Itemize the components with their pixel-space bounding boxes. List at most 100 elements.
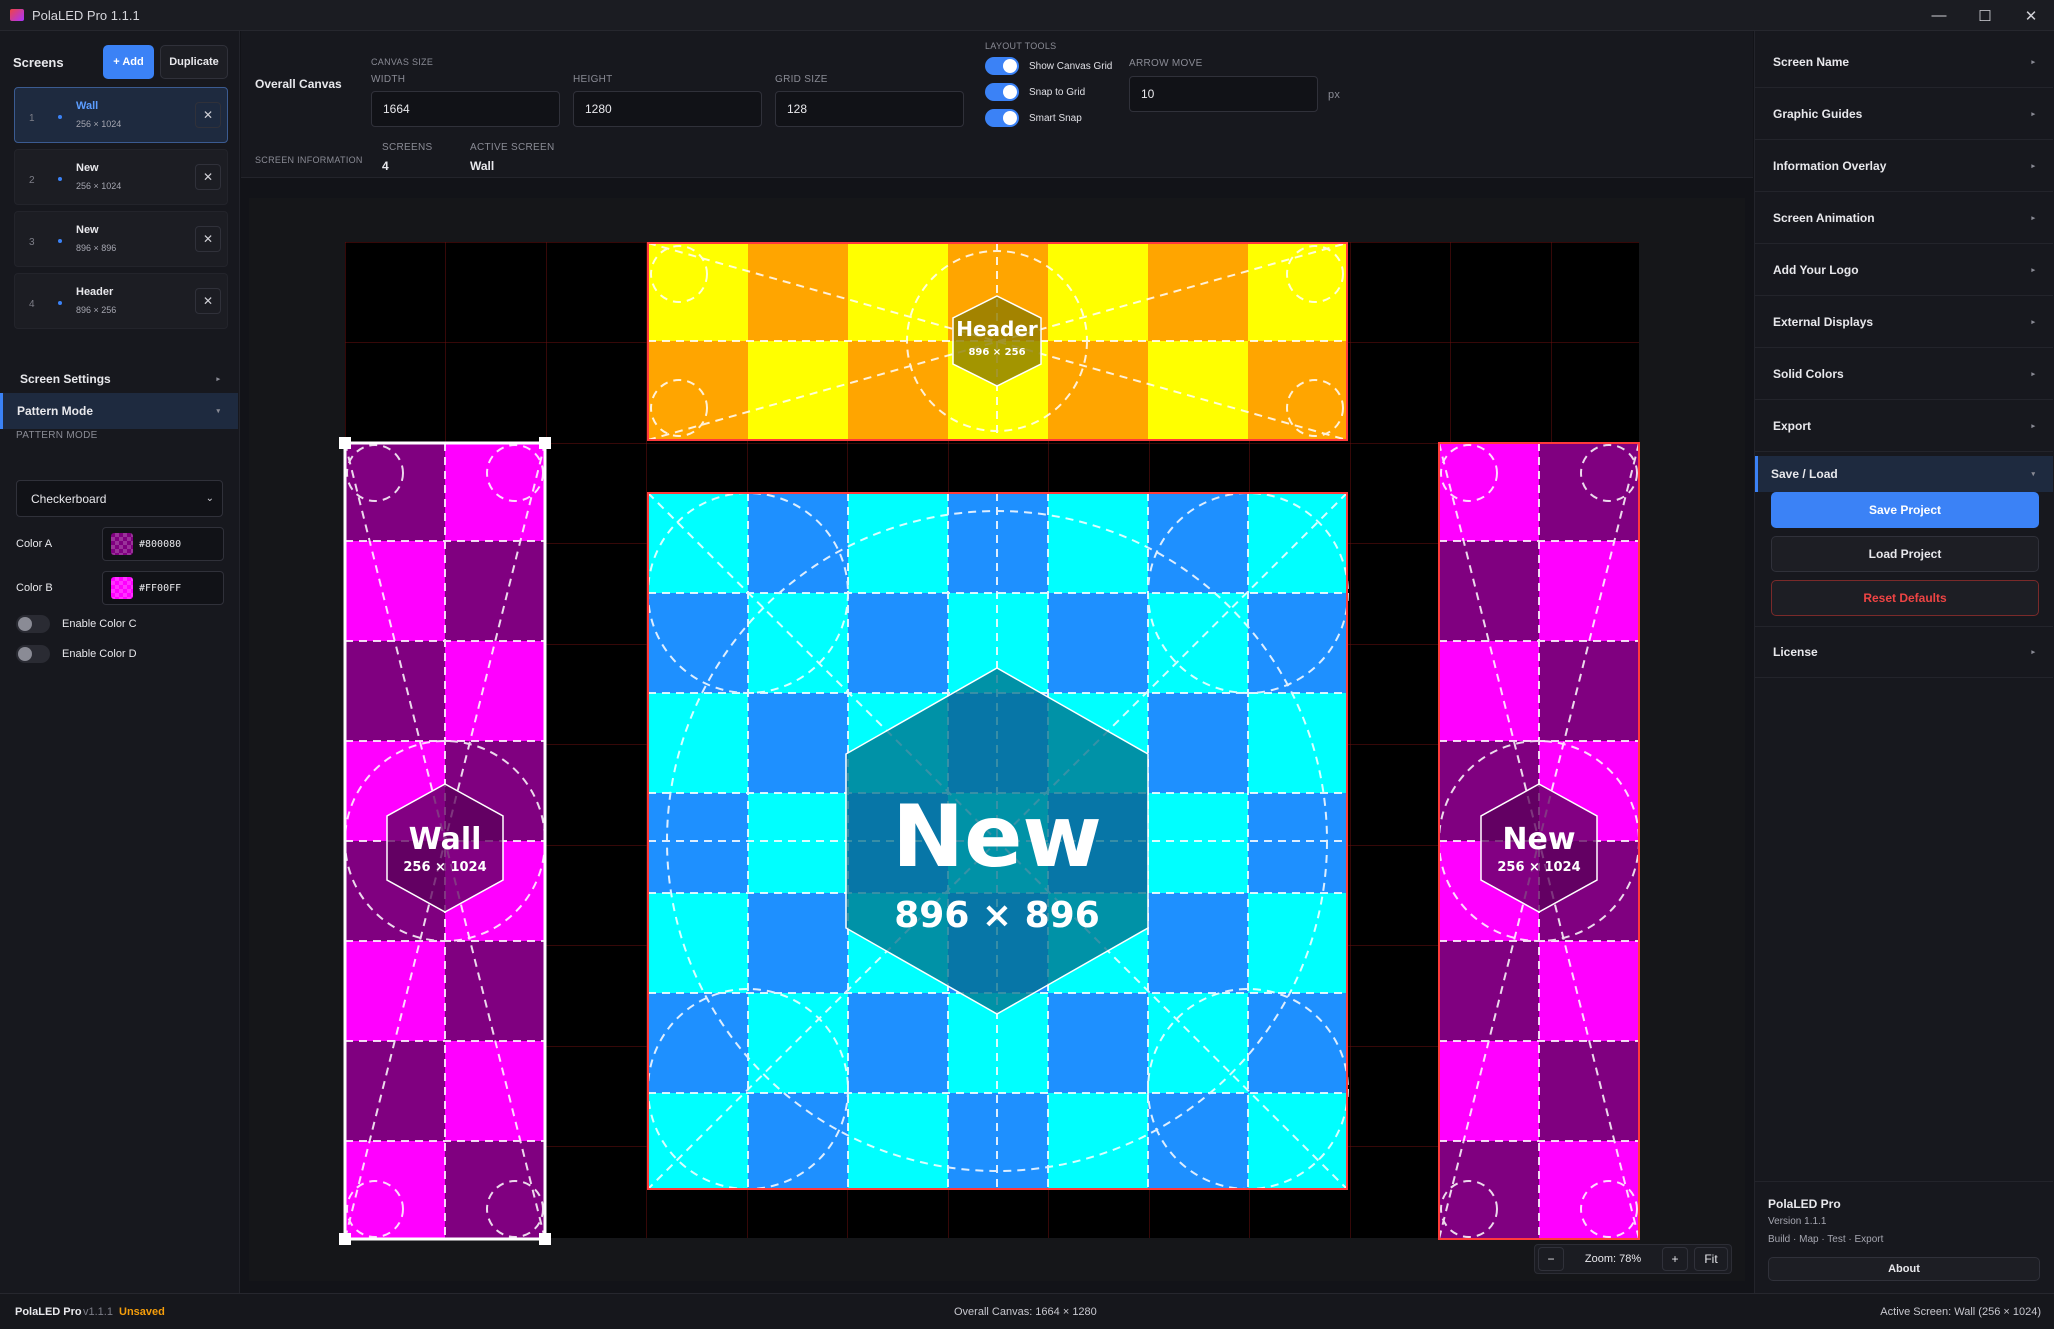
enable-color-c-toggle[interactable] — [16, 615, 50, 633]
screen-index: 1 — [29, 113, 35, 124]
height-input[interactable]: 1280 — [573, 91, 762, 127]
screen-wall[interactable]: Wall 256 × 1024 — [339, 437, 551, 1245]
color-a-picker[interactable]: #800080 — [102, 527, 224, 561]
reset-defaults-button[interactable]: Reset Defaults — [1771, 580, 2039, 616]
chevron-down-icon: ▾ — [216, 408, 220, 415]
resize-handle[interactable] — [539, 437, 551, 449]
color-b-picker[interactable]: #FF00FF — [102, 571, 224, 605]
section-license[interactable]: License ▸ — [1755, 626, 2053, 678]
resize-handle[interactable] — [339, 1233, 351, 1245]
minimize-icon[interactable]: — — [1916, 0, 1962, 31]
screen-size: 256 × 1024 — [76, 119, 122, 129]
zoom-level: Zoom: 78% — [1584, 1253, 1642, 1265]
grid-size-label: GRID SIZE — [775, 74, 828, 85]
enable-color-d-label: Enable Color D — [62, 648, 137, 660]
screen-new-large[interactable]: New 896 × 896 — [647, 492, 1349, 1190]
section-label: Solid Colors — [1773, 366, 1844, 381]
smart-snap-row: Smart Snap — [985, 109, 1082, 127]
pattern-mode-section[interactable]: Pattern Mode ▾ — [0, 393, 238, 429]
screen-size: 896 × 896 — [76, 243, 117, 253]
screen-new-tall[interactable]: New 256 × 1024 — [1438, 442, 1640, 1240]
snap-grid-label: Snap to Grid — [1029, 86, 1086, 98]
show-grid-toggle[interactable] — [985, 57, 1019, 75]
active-screen-label: ACTIVE SCREEN — [470, 142, 555, 153]
enable-color-d-row: Enable Color D — [16, 644, 137, 664]
width-input[interactable]: 1664 — [371, 91, 560, 127]
arrow-move-input[interactable]: 10 — [1129, 76, 1318, 112]
save-project-button[interactable]: Save Project — [1771, 492, 2039, 528]
section-save-load[interactable]: Save / Load ▾ — [1755, 456, 2053, 492]
screen-size-label: 896 × 256 — [968, 347, 1025, 358]
chevron-right-icon: ▸ — [2031, 370, 2035, 378]
grid-size-input[interactable]: 128 — [775, 91, 964, 127]
remove-screen-icon[interactable]: ✕ — [195, 164, 221, 190]
remove-screen-icon[interactable]: ✕ — [195, 102, 221, 128]
section-label: Graphic Guides — [1773, 106, 1863, 121]
screens-heading: Screens — [13, 54, 64, 70]
duplicate-screen-button[interactable]: Duplicate — [160, 45, 228, 79]
screen-list-item[interactable]: 1 Wall 256 × 1024 ✕ — [14, 87, 228, 143]
section-label: External Displays — [1773, 314, 1874, 329]
right-sidebar: Screen Name ▸ Graphic Guides ▸ Information… — [1754, 31, 2054, 1293]
resize-handle[interactable] — [539, 1233, 551, 1245]
section-solid-colors[interactable]: Solid Colors ▸ — [1755, 348, 2053, 400]
zoom-fit-button[interactable]: Fit — [1694, 1247, 1728, 1271]
screen-list-item[interactable]: 4 Header 896 × 256 ✕ — [14, 273, 228, 329]
screen-settings-label: Screen Settings — [20, 372, 111, 386]
pattern-mode-select[interactable]: Checkerboard ⌄ — [16, 480, 223, 517]
smart-snap-label: Smart Snap — [1029, 112, 1082, 124]
pattern-mode-heading: Pattern Mode — [17, 404, 94, 418]
height-label: HEIGHT — [573, 74, 613, 85]
section-screen-animation[interactable]: Screen Animation ▸ — [1755, 192, 2053, 244]
maximize-icon[interactable]: ☐ — [1962, 0, 2008, 31]
screen-header[interactable]: Header 896 × 256 — [647, 242, 1348, 441]
screen-label: New — [1502, 822, 1575, 857]
screen-size-label: 256 × 1024 — [403, 860, 486, 875]
add-screen-button[interactable]: + Add — [103, 45, 154, 79]
close-icon[interactable]: ✕ — [2008, 0, 2054, 31]
zoom-in-button[interactable]: + — [1662, 1247, 1688, 1271]
status-active-screen: Active Screen: Wall (256 × 1024) — [1880, 1306, 2041, 1318]
about-button[interactable]: About — [1768, 1257, 2040, 1281]
left-sidebar: Screens + Add Duplicate 1 Wall 256 × 102… — [0, 31, 240, 1293]
section-external-displays[interactable]: External Displays ▸ — [1755, 296, 2053, 348]
window-controls: — ☐ ✕ — [1916, 0, 2054, 31]
section-add-logo[interactable]: Add Your Logo ▸ — [1755, 244, 2053, 296]
screen-list-item[interactable]: 3 New 896 × 896 ✕ — [14, 211, 228, 267]
screen-index: 3 — [29, 237, 35, 248]
screen-dot-icon — [58, 177, 62, 181]
section-export[interactable]: Export ▸ — [1755, 400, 2053, 452]
smart-snap-toggle[interactable] — [985, 109, 1019, 127]
section-label: Screen Animation — [1773, 210, 1875, 225]
remove-screen-icon[interactable]: ✕ — [195, 226, 221, 252]
section-information-overlay[interactable]: Information Overlay ▸ — [1755, 140, 2053, 192]
screen-name: New — [76, 162, 99, 174]
app-icon — [10, 9, 24, 21]
chevron-right-icon: ▸ — [216, 376, 220, 383]
about-app-name: PolaLED Pro — [1768, 1197, 1841, 1211]
pattern-mode-value: Checkerboard — [31, 491, 107, 506]
screen-settings-section[interactable]: Screen Settings ▸ — [0, 361, 238, 397]
chevron-right-icon: ▸ — [2031, 214, 2035, 222]
load-project-button[interactable]: Load Project — [1771, 536, 2039, 572]
chevron-right-icon: ▸ — [2031, 266, 2035, 274]
enable-color-d-toggle[interactable] — [16, 645, 50, 663]
section-screen-name[interactable]: Screen Name ▸ — [1755, 36, 2053, 88]
chevron-right-icon: ▸ — [2031, 318, 2035, 326]
zoom-controls: − Zoom: 78% + Fit — [1534, 1244, 1732, 1274]
zoom-out-button[interactable]: − — [1538, 1247, 1564, 1271]
chevron-down-icon: ▾ — [2031, 471, 2035, 478]
about-tagline: Build · Map · Test · Export — [1768, 1234, 1884, 1245]
layout-tools-label: LAYOUT TOOLS — [985, 41, 1057, 51]
screen-list-item[interactable]: 2 New 256 × 1024 ✕ — [14, 149, 228, 205]
remove-screen-icon[interactable]: ✕ — [195, 288, 221, 314]
overall-canvas-label: Overall Canvas — [255, 77, 342, 91]
snap-grid-toggle[interactable] — [985, 83, 1019, 101]
arrow-move-unit: px — [1328, 89, 1341, 101]
status-unsaved: Unsaved — [119, 1306, 165, 1318]
resize-handle[interactable] — [339, 437, 351, 449]
screen-label: New — [892, 787, 1102, 887]
section-graphic-guides[interactable]: Graphic Guides ▸ — [1755, 88, 2053, 140]
screens-count-value: 4 — [382, 159, 389, 173]
screen-size-label: 256 × 1024 — [1497, 860, 1580, 875]
